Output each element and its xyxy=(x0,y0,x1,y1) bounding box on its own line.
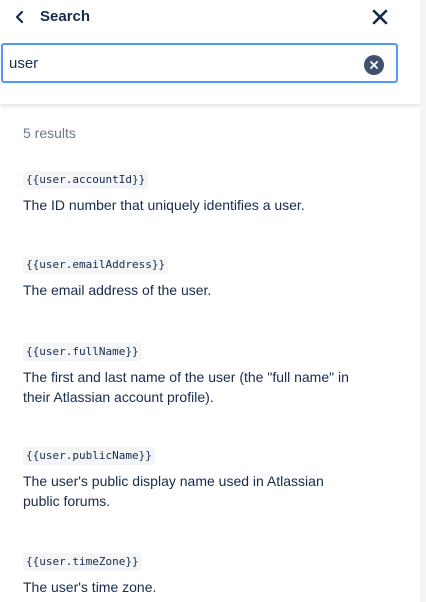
result-description: The first and last name of the user (the… xyxy=(23,369,349,405)
close-icon xyxy=(372,9,388,25)
chevron-left-icon xyxy=(15,10,24,24)
clear-search-button[interactable] xyxy=(364,55,384,75)
smart-value-code: {{user.timeZone}} xyxy=(23,553,142,571)
search-panel-header: Search xyxy=(0,0,420,104)
scrollbar[interactable] xyxy=(420,0,426,602)
panel-title: Search xyxy=(40,8,91,25)
result-item[interactable]: {{user.accountId}} The ID number that un… xyxy=(23,170,363,215)
result-item[interactable]: {{user.timeZone}} The user's time zone. xyxy=(23,552,363,597)
result-item[interactable]: {{user.publicName}} The user's public di… xyxy=(23,446,363,511)
smart-value-code: {{user.accountId}} xyxy=(23,171,149,189)
result-description: The ID number that uniquely identifies a… xyxy=(23,197,305,213)
search-input[interactable] xyxy=(9,52,349,74)
smart-value-code: {{user.emailAddress}} xyxy=(23,256,169,274)
back-button[interactable] xyxy=(8,5,32,29)
close-button[interactable] xyxy=(368,5,392,29)
result-description: The user's public display name used in A… xyxy=(23,473,324,509)
result-item[interactable]: {{user.emailAddress}} The email address … xyxy=(23,255,363,300)
result-description: The user's time zone. xyxy=(23,579,157,595)
result-description: The email address of the user. xyxy=(23,282,212,298)
smart-value-code: {{user.publicName}} xyxy=(23,447,155,465)
clear-icon xyxy=(370,61,378,69)
smart-value-code: {{user.fullName}} xyxy=(23,343,142,361)
result-item[interactable]: {{user.fullName}} The first and last nam… xyxy=(23,342,363,407)
results-count: 5 results xyxy=(23,125,76,141)
search-field[interactable] xyxy=(1,43,398,83)
